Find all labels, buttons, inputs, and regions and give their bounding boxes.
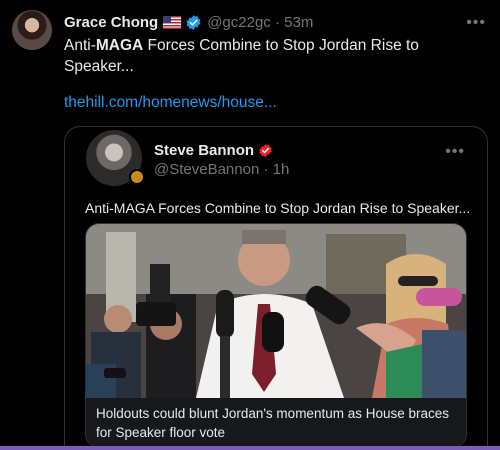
tweet-link[interactable]: thehill.com/homenews/house... [64, 94, 277, 112]
quoted-header: Steve Bannon [154, 142, 273, 159]
quoted-text: Anti-MAGA Forces Combine to Stop Jordan … [85, 200, 471, 216]
news-photo [86, 224, 466, 398]
tweet-header: Grace Chong @gc22gc · 53m [64, 12, 313, 32]
tweet[interactable]: Grace Chong @gc22gc · 53m ••• Anti-MAGA … [0, 0, 500, 450]
handle-time: @gc22gc · 53m [207, 13, 314, 31]
more-options-icon[interactable]: ••• [466, 14, 486, 32]
tweet-text: Anti-MAGA Forces Combine to Stop Jordan … [64, 37, 419, 75]
timestamp[interactable]: 53m [284, 14, 313, 31]
handle[interactable]: @gc22gc [207, 14, 271, 31]
bottom-divider [0, 446, 500, 450]
link-card[interactable]: Holdouts could blunt Jordan's momentum a… [85, 223, 467, 448]
verified-badge-icon[interactable] [258, 143, 273, 158]
verified-badge-icon[interactable] [185, 14, 202, 31]
quoted-tweet[interactable]: Steve Bannon @SteveBannon · 1h ••• Anti-… [64, 126, 488, 450]
us-flag-icon [163, 15, 182, 29]
avatar[interactable] [12, 10, 52, 50]
quoted-display-name[interactable]: Steve Bannon [154, 142, 254, 159]
affiliate-badge-icon [129, 169, 145, 185]
more-options-icon[interactable]: ••• [445, 143, 465, 161]
quoted-handle-time: @SteveBannon · 1h [154, 161, 290, 178]
card-caption: Holdouts could blunt Jordan's momentum a… [86, 398, 466, 447]
display-name[interactable]: Grace Chong [64, 14, 158, 31]
